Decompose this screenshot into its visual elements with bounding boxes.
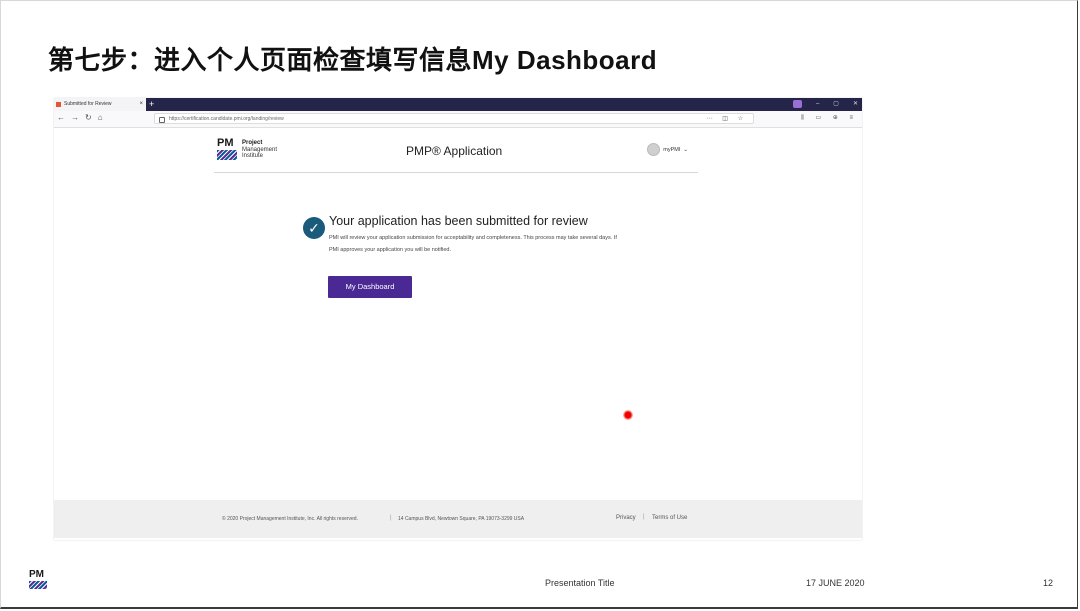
tab-title: Submitted for Review	[64, 101, 112, 107]
slide-pmi-logo: PM	[29, 570, 49, 590]
close-window-button[interactable]: ✕	[853, 98, 858, 111]
terms-link[interactable]: Terms of Use	[652, 515, 687, 521]
mypmi-label: myPMI	[663, 146, 681, 153]
presentation-date: 17 JUNE 2020	[806, 578, 865, 588]
page-footer: © 2020 Project Management Institute, Inc…	[54, 500, 862, 538]
favicon-icon	[56, 102, 61, 107]
browser-tab[interactable]: Submitted for Review ×	[54, 98, 146, 111]
footer-divider: |	[390, 515, 392, 521]
maximize-button[interactable]: ▢	[833, 98, 839, 111]
footer-divider: |	[643, 514, 645, 520]
toolbar-icons[interactable]: ⫼ ▭ ⊕ ≡	[801, 114, 858, 122]
forward-icon[interactable]: →	[71, 113, 79, 122]
confirmation-body: PMI will review your application submiss…	[329, 235, 617, 253]
privacy-link[interactable]: Privacy	[616, 515, 636, 521]
pmi-logo-text: Project Management Institute	[242, 140, 278, 159]
page-header: PM Project Management Institute PMP® App…	[214, 134, 698, 173]
url-bar[interactable]: https://certification.candidate.pmi.org/…	[154, 113, 754, 124]
browser-tab-bar: Submitted for Review × + – ▢ ✕	[54, 98, 862, 111]
close-tab-icon[interactable]: ×	[139, 98, 143, 111]
success-check-icon: ✓	[303, 217, 325, 239]
page-actions-icon[interactable]: ⋯ ◫ ☆	[707, 114, 747, 125]
minimize-button[interactable]: –	[816, 98, 819, 111]
browser-window: Submitted for Review × + – ▢ ✕ ← → ↻ ⌂ h…	[54, 98, 862, 540]
private-browsing-icon	[792, 100, 802, 108]
mypmi-menu[interactable]: myPMI ⌄	[647, 143, 688, 156]
chevron-down-icon: ⌄	[683, 146, 688, 153]
app-title: PMP® Application	[406, 144, 503, 158]
nav-buttons: ← → ↻ ⌂	[57, 113, 103, 122]
home-icon[interactable]: ⌂	[98, 113, 103, 122]
my-dashboard-button[interactable]: My Dashboard	[328, 276, 412, 298]
presentation-title: Presentation Title	[545, 578, 615, 588]
lock-icon	[159, 117, 165, 123]
avatar	[647, 143, 661, 156]
reload-icon[interactable]: ↻	[85, 113, 92, 122]
browser-nav-bar: ← → ↻ ⌂ https://certification.candidate.…	[54, 111, 862, 128]
window-controls: – ▢ ✕	[792, 98, 858, 111]
pmi-logo[interactable]: PM	[217, 138, 237, 160]
back-icon[interactable]: ←	[57, 113, 65, 122]
confirmation-title: Your application has been submitted for …	[329, 214, 588, 228]
url-text: https://certification.candidate.pmi.org/…	[169, 116, 284, 122]
cursor-highlight-icon	[623, 410, 633, 420]
slide-page-number: 12	[1043, 578, 1054, 588]
footer-address: 14 Campus Blvd, Newtown Square, PA 19073…	[398, 516, 525, 522]
slide-title: 第七步：进入个人页面检查填写信息My Dashboard	[48, 45, 658, 75]
footer-copyright: © 2020 Project Management Institute, Inc…	[222, 516, 358, 522]
new-tab-button[interactable]: +	[149, 98, 154, 110]
